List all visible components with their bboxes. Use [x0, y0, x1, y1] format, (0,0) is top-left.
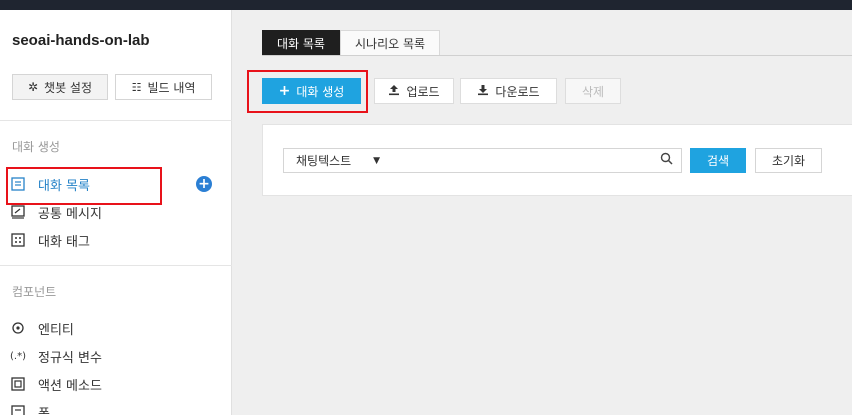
search-field-selected: 채팅텍스트 — [296, 154, 352, 168]
upload-label: 업로드 — [406, 84, 440, 99]
sidebar-item-label: 액션 메소드 — [38, 378, 102, 394]
sidebar-item-action-method[interactable]: 액션 메소드 — [10, 373, 220, 395]
highlight-box-create — [247, 70, 368, 113]
action-icon — [10, 376, 26, 392]
tab-conversation-list[interactable]: 대화 목록 — [262, 30, 340, 56]
chatbot-settings-button[interactable]: ✲ 챗봇 설정 — [12, 74, 108, 100]
download-icon — [477, 84, 489, 99]
sidebar: seoai-hands-on-lab ✲ 챗봇 설정 ☷ 빌드 내역 대화 생성… — [0, 10, 232, 415]
search-field-select[interactable]: 채팅텍스트 ▼ — [283, 148, 389, 173]
sidebar-item-form[interactable]: 폼 — [10, 401, 220, 415]
top-bar — [0, 0, 852, 10]
tab-bar: 대화 목록 시나리오 목록 — [262, 30, 441, 56]
divider — [0, 265, 232, 266]
regex-icon: (.*) — [10, 350, 26, 362]
build-history-button[interactable]: ☷ 빌드 내역 — [115, 74, 212, 100]
target-icon — [10, 320, 26, 336]
search-button[interactable]: 검색 — [690, 148, 746, 173]
delete-button[interactable]: 삭제 — [565, 78, 621, 104]
form-icon — [10, 404, 26, 415]
sidebar-item-regex-variable[interactable]: (.*) 정규식 변수 — [10, 345, 220, 367]
chatbot-settings-label: 챗봇 설정 — [44, 80, 93, 95]
tab-scenario-list[interactable]: 시나리오 목록 — [339, 30, 441, 56]
build-history-icon: ☷ — [131, 80, 142, 94]
search-icon[interactable] — [660, 152, 673, 169]
search-input[interactable] — [388, 149, 658, 172]
tag-icon — [10, 232, 26, 248]
highlight-box-sidebar — [6, 167, 162, 205]
tab-underline — [262, 55, 852, 56]
sidebar-item-label: 공통 메시지 — [38, 206, 102, 222]
section-title-conversation: 대화 생성 — [12, 140, 60, 154]
sidebar-item-label: 대화 태그 — [38, 234, 90, 250]
upload-icon — [388, 84, 400, 99]
message-icon — [10, 204, 26, 220]
caret-down-icon: ▼ — [373, 155, 380, 166]
divider — [0, 120, 232, 121]
section-title-components: 컴포넌트 — [12, 285, 57, 299]
add-conversation-icon[interactable]: + — [196, 176, 212, 192]
search-box — [388, 148, 682, 173]
reset-button[interactable]: 초기화 — [755, 148, 822, 173]
sidebar-item-label: 정규식 변수 — [38, 350, 102, 366]
upload-button[interactable]: 업로드 — [374, 78, 454, 104]
project-name: seoai-hands-on-lab — [12, 32, 150, 49]
sidebar-item-label: 엔티티 — [38, 322, 74, 338]
gear-icon: ✲ — [27, 80, 39, 94]
download-button[interactable]: 다운로드 — [460, 78, 557, 104]
sidebar-item-conversation-tag[interactable]: 대화 태그 — [10, 229, 220, 251]
sidebar-item-label: 폼 — [38, 406, 50, 415]
sidebar-item-entity[interactable]: 엔티티 — [10, 317, 220, 339]
download-label: 다운로드 — [495, 84, 540, 99]
build-history-label: 빌드 내역 — [147, 80, 196, 95]
